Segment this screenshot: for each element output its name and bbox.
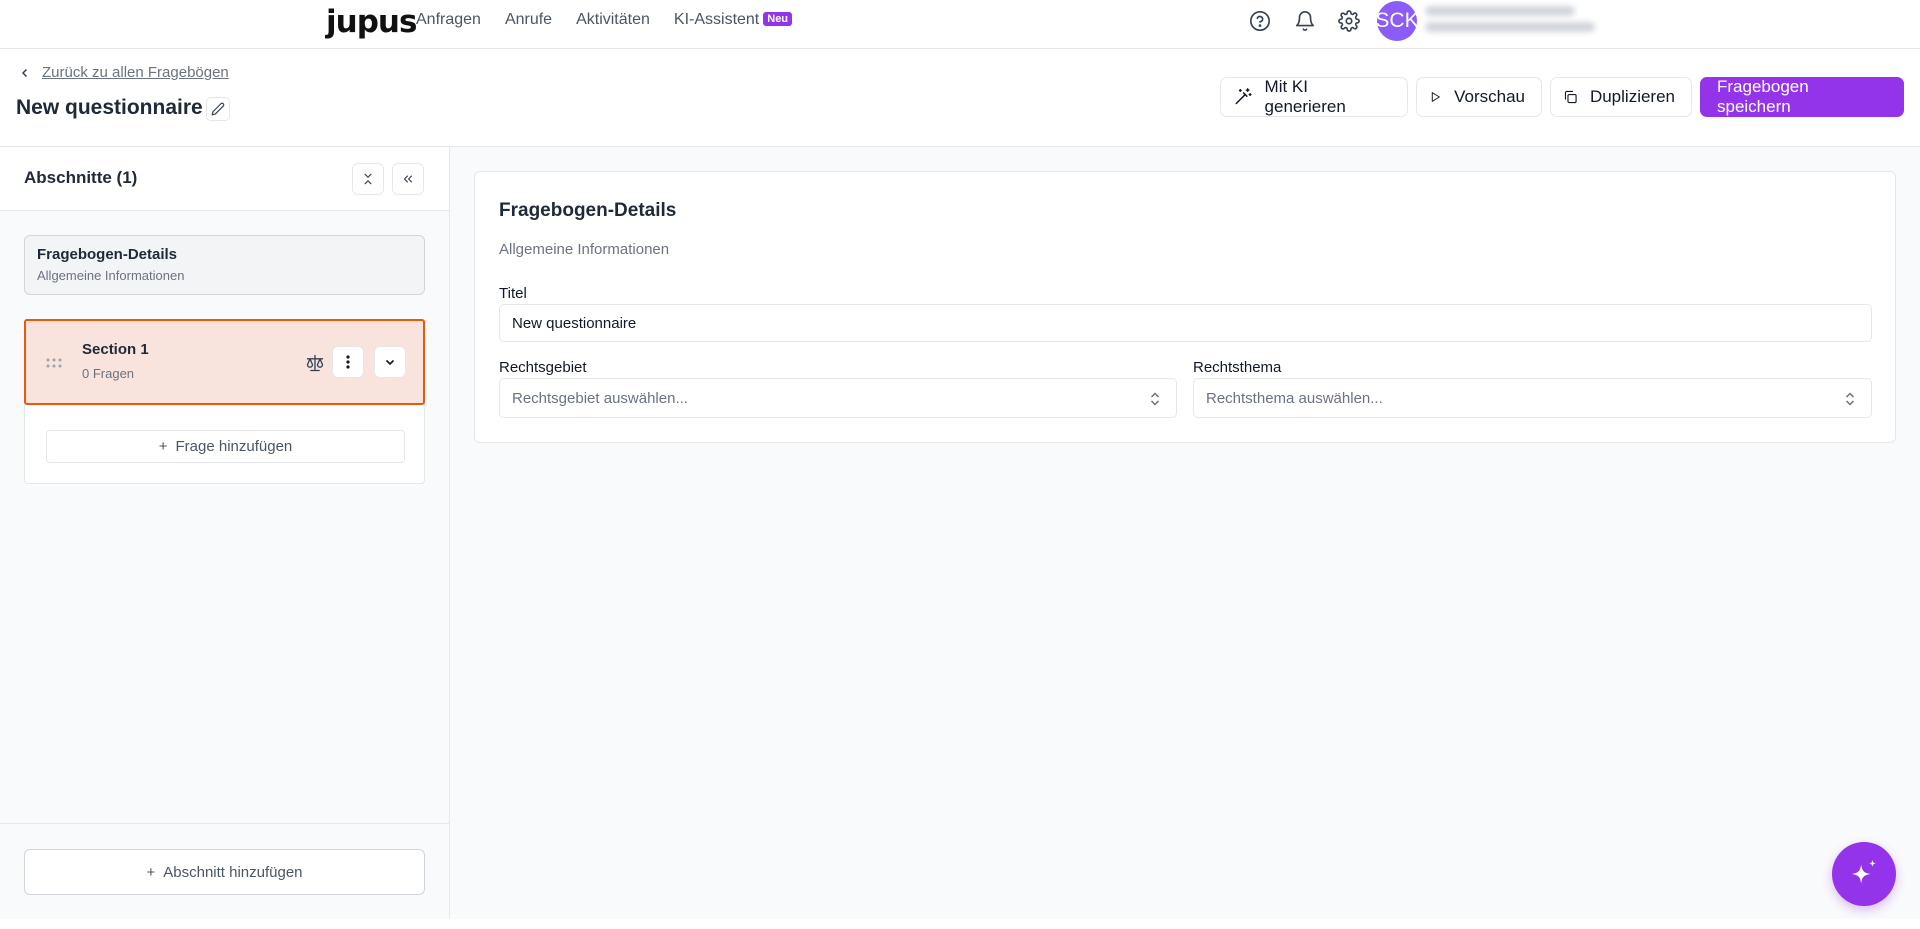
- blurred-user-info: [1425, 6, 1595, 38]
- scale-icon[interactable]: [305, 353, 325, 373]
- drag-handle-icon[interactable]: [46, 358, 62, 368]
- plus-icon: +: [146, 863, 156, 881]
- section-question-count: 0 Fragen: [82, 366, 135, 381]
- chevron-down-icon: [385, 359, 395, 366]
- sections-sidebar: Abschnitte (1) Fragebogen-Details Allgem…: [0, 147, 450, 919]
- legal-area-label: Rechtsgebiet: [499, 359, 587, 376]
- add-question-button[interactable]: + Frage hinzufügen: [46, 430, 405, 463]
- nav-link-ki-assistent-label: KI-Assistent: [673, 11, 760, 28]
- panel-subtitle: Allgemeine Informationen: [499, 241, 670, 258]
- sidebar-title: Abschnitte (1): [24, 168, 138, 187]
- legal-area-placeholder: Rechtsgebiet auswählen...: [512, 389, 688, 407]
- details-card-title: Fragebogen-Details: [37, 246, 178, 263]
- pencil-icon: [211, 102, 225, 116]
- back-link-label: Zurück zu allen Fragebögen: [42, 64, 229, 81]
- new-badge: Neu: [763, 12, 793, 26]
- panel-title: Fragebogen-Details: [499, 200, 677, 221]
- nav-link-anfragen[interactable]: Anfragen: [416, 11, 481, 29]
- legal-area-select[interactable]: Rechtsgebiet auswählen...: [499, 378, 1177, 418]
- section-card[interactable]: Section 1 0 Fragen: [24, 319, 425, 405]
- legal-topic-select[interactable]: Rechtsthema auswählen...: [1193, 378, 1872, 418]
- collapse-sidebar-button[interactable]: [392, 163, 424, 195]
- bell-icon[interactable]: [1294, 10, 1316, 32]
- title-input[interactable]: [499, 304, 1872, 342]
- nav-link-aktivitaeten[interactable]: Aktivitäten: [576, 11, 650, 29]
- chevrons-up-down-icon: [1150, 392, 1160, 406]
- save-questionnaire-label: Fragebogen speichern: [1717, 77, 1809, 116]
- section-expand-button[interactable]: [374, 346, 406, 378]
- legal-topic-placeholder: Rechtsthema auswählen...: [1206, 389, 1383, 407]
- add-section-label: Abschnitt hinzufügen: [163, 863, 303, 881]
- play-icon: [1431, 92, 1440, 102]
- bottom-strip: [0, 919, 1920, 929]
- questionnaire-details-card[interactable]: Fragebogen-Details Allgemeine Informatio…: [24, 235, 425, 295]
- chevrons-up-down-icon: [1845, 392, 1855, 406]
- edit-title-button[interactable]: [206, 97, 230, 121]
- more-vertical-icon: [346, 355, 350, 369]
- ai-assistant-fab[interactable]: [1832, 842, 1896, 906]
- legal-topic-label: Rechtsthema: [1193, 359, 1282, 376]
- sidebar-footer: + Abschnitt hinzufügen: [0, 823, 449, 919]
- section-title: Section 1: [82, 341, 149, 358]
- nav-link-anrufe[interactable]: Anrufe: [505, 11, 552, 29]
- questionnaire-details-panel: Fragebogen-Details Allgemeine Informatio…: [474, 171, 1896, 443]
- back-link[interactable]: Zurück zu allen Fragebögen: [20, 64, 229, 81]
- duplicate-label: Duplizieren: [1589, 87, 1675, 106]
- plus-icon: +: [158, 438, 168, 455]
- duplicate-button[interactable]: Duplizieren: [1550, 77, 1692, 117]
- section-container: Section 1 0 Fragen + Frage hinzufügen: [24, 319, 425, 484]
- gear-icon[interactable]: [1338, 10, 1360, 32]
- chevrons-collapse-icon: [364, 173, 372, 185]
- save-questionnaire-button[interactable]: Fragebogen speichern: [1700, 77, 1904, 117]
- ai-generate-label: Mit KI generieren: [1264, 77, 1346, 116]
- sparkle-icon: [1851, 859, 1877, 884]
- magic-wand-icon: [1235, 88, 1252, 105]
- add-section-button[interactable]: + Abschnitt hinzufügen: [24, 849, 425, 895]
- nav-links: Anfragen Anrufe Aktivitäten KI-Assistent…: [416, 11, 793, 29]
- chevrons-left-icon: [403, 175, 413, 183]
- help-circle-icon[interactable]: [1249, 10, 1271, 32]
- add-question-label: Frage hinzufügen: [175, 438, 293, 455]
- nav-link-ki-assistent[interactable]: KI-Assistent Neu: [673, 11, 793, 29]
- preview-label: Vorschau: [1454, 87, 1525, 106]
- collapse-all-button[interactable]: [352, 163, 384, 195]
- title-label: Titel: [499, 285, 527, 302]
- copy-icon: [1564, 90, 1577, 104]
- user-avatar[interactable]: SCK: [1375, 1, 1419, 41]
- main-content: Fragebogen-Details Allgemeine Informatio…: [450, 147, 1920, 919]
- ai-generate-button[interactable]: Mit KI generieren: [1220, 77, 1408, 117]
- preview-button[interactable]: Vorschau: [1416, 77, 1542, 117]
- chevron-left-icon: [21, 68, 28, 77]
- section-more-button[interactable]: [332, 346, 364, 378]
- sidebar-header: Abschnitte (1): [0, 147, 449, 211]
- jupus-logo[interactable]: jupus: [326, 4, 417, 40]
- page-header: Zurück zu allen Fragebögen New questionn…: [0, 49, 1920, 147]
- details-card-subtitle: Allgemeine Informationen: [37, 268, 185, 283]
- top-navigation: jupus Anfragen Anrufe Aktivitäten KI-Ass…: [0, 0, 1920, 49]
- page-title: New questionnaire: [16, 96, 203, 119]
